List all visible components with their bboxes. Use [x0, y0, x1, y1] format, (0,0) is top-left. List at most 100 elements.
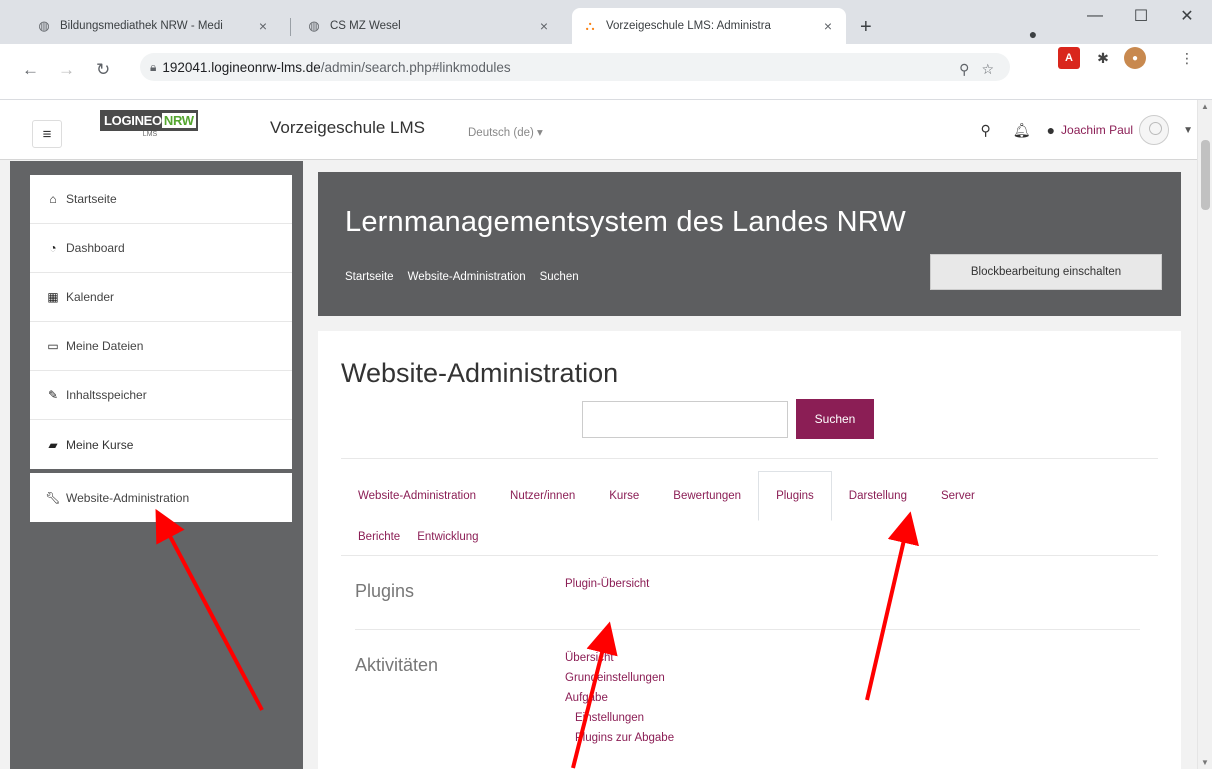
pdf-extension-icon[interactable]: A — [1058, 47, 1080, 69]
home-icon: ⌂ — [49, 192, 57, 206]
search-icon[interactable]: ⚲ — [981, 122, 991, 139]
breadcrumb-item[interactable]: Website-Administration — [408, 271, 526, 283]
logineo-logo[interactable]: LOGINEO NRW LMS — [100, 110, 230, 148]
admin-search-button[interactable]: Suchen — [796, 399, 874, 439]
tab-bewertungen[interactable]: Bewertungen — [656, 471, 758, 521]
pencil-icon: ✎ — [47, 388, 59, 402]
sidebar-item-meine-dateien[interactable]: ▭ Meine Dateien — [30, 322, 292, 371]
page-scrollbar[interactable]: ▲ ▼ — [1197, 100, 1212, 769]
section-links-plugins: Plugin-Übersicht — [565, 574, 649, 594]
extensions-puzzle-icon[interactable]: ✱ — [1092, 47, 1114, 69]
profile-avatar-icon[interactable]: ● — [1124, 47, 1146, 69]
block-editing-button[interactable]: Blockbearbeitung einschalten — [930, 254, 1162, 290]
link-einstellungen[interactable]: Einstellungen — [565, 708, 674, 728]
close-tab-icon[interactable]: × — [820, 18, 836, 34]
zoom-icon[interactable]: ⚲ — [959, 61, 969, 78]
reload-icon[interactable]: ↻ — [96, 60, 110, 80]
tab-server[interactable]: Server — [924, 471, 992, 521]
sidebar-item-inhaltsspeicher[interactable]: ✎ Inhaltsspeicher — [30, 371, 292, 420]
link-plugins-zur-abgabe[interactable]: Plugins zur Abgabe — [565, 728, 674, 748]
calendar-icon: ▦ — [47, 290, 59, 304]
scrollbar-thumb[interactable] — [1201, 140, 1210, 210]
divider — [341, 458, 1158, 459]
admin-tabs-row-2: Berichte Entwicklung — [341, 517, 496, 557]
page-header: Lernmanagementsystem des Landes NRW Star… — [318, 172, 1181, 316]
tab-nutzer-innen[interactable]: Nutzer/innen — [493, 471, 592, 521]
sidebar-item-label: Kalender — [66, 290, 115, 304]
chat-icon[interactable]: ● — [1047, 122, 1055, 138]
link-plugin-uebersicht[interactable]: Plugin-Übersicht — [565, 574, 649, 594]
tab-darstellung[interactable]: Darstellung — [832, 471, 924, 521]
tab-plugins[interactable]: Plugins — [758, 471, 832, 521]
sidebar-item-label: Inhaltsspeicher — [66, 388, 147, 402]
logo-sub: LMS — [142, 131, 158, 138]
link-uebersicht[interactable]: Übersicht — [565, 648, 674, 668]
url-host: 192041.logineonrw-lms.de — [162, 59, 321, 75]
page-heading: Lernmanagementsystem des Landes NRW — [345, 206, 906, 238]
logo-wordmark: LOGINEO NRW — [100, 110, 198, 131]
logo-text-b: NRW — [161, 113, 196, 128]
scroll-up-icon[interactable]: ▲ — [1201, 102, 1209, 111]
globe-icon: ◍ — [308, 18, 320, 33]
nav-drawer: ⌂ Startseite ◔ Dashboard ▦ Kalender ▭ Me… — [10, 161, 303, 769]
tab-website-administration[interactable]: Website-Administration — [341, 471, 493, 521]
sidebar-item-label: Dashboard — [66, 241, 125, 255]
browser-tab-2[interactable]: ◍ CS MZ Wesel × — [296, 8, 562, 44]
nav-drawer-group-main: ⌂ Startseite ◔ Dashboard ▦ Kalender ▭ Me… — [30, 175, 292, 469]
close-window-button[interactable]: ✕ — [1164, 0, 1210, 32]
sidebar-item-label: Meine Dateien — [66, 339, 144, 353]
sidebar-item-kalender[interactable]: ▦ Kalender — [30, 273, 292, 322]
new-tab-button[interactable]: + — [860, 16, 872, 39]
breadcrumb-item[interactable]: Startseite — [345, 271, 394, 283]
admin-search-input[interactable] — [582, 401, 788, 438]
section-label-aktivitaeten: Aktivitäten — [355, 655, 439, 675]
nav-drawer-group-admin: 🔧︎ Website-Administration — [30, 473, 292, 522]
dashboard-icon: ◔ — [49, 241, 57, 255]
sidebar-item-meine-kurse[interactable]: ▰ Meine Kurse — [30, 420, 292, 469]
menu-toggle-button[interactable]: ≡ — [32, 120, 62, 148]
browser-tab-3-active[interactable]: ⛬ Vorzeigeschule LMS: Administra × — [572, 8, 846, 44]
link-grundeinstellungen[interactable]: Grundeinstellungen — [565, 668, 674, 688]
browser-menu-icon[interactable]: ⋮ — [1176, 47, 1198, 69]
user-menu-caret-icon[interactable]: ▼ — [1183, 125, 1193, 136]
divider — [341, 555, 1158, 556]
site-name[interactable]: Vorzeigeschule LMS — [270, 118, 425, 138]
admin-tabs-row-1: Website-Administration Nutzer/innen Kurs… — [341, 471, 992, 521]
tab-kurse[interactable]: Kurse — [592, 471, 656, 521]
section-links-aktivitaeten: Übersicht Grundeinstellungen Aufgabe Ein… — [565, 648, 674, 748]
site-navbar: ≡ LOGINEO NRW LMS Vorzeigeschule LMS Deut… — [0, 100, 1197, 160]
url-path: /admin/search.php#linkmodules — [320, 59, 511, 75]
bell-icon[interactable]: 🔔︎ — [1013, 122, 1031, 139]
lock-icon: 🔒︎ — [150, 59, 157, 74]
language-menu[interactable]: Deutsch (de) ▾ — [468, 125, 543, 139]
browser-toolbar: ← → ↻ 🔒︎ 192041.logineonrw-lms.de /admin… — [0, 44, 1212, 100]
sidebar-item-startseite[interactable]: ⌂ Startseite — [30, 175, 292, 224]
sidebar-item-dashboard[interactable]: ◔ Dashboard — [30, 224, 292, 273]
tab-berichte[interactable]: Berichte — [341, 517, 417, 557]
sidebar-item-website-administration[interactable]: 🔧︎ Website-Administration — [30, 473, 292, 522]
tab-entwicklung[interactable]: Entwicklung — [417, 517, 495, 557]
sidebar-item-label: Meine Kurse — [66, 437, 134, 452]
bookmark-star-icon[interactable]: ☆ — [981, 61, 994, 78]
address-bar[interactable]: 🔒︎ 192041.logineonrw-lms.de /admin/searc… — [140, 53, 1010, 81]
back-icon[interactable]: ← — [22, 60, 39, 80]
profile-icon[interactable]: ● — [1020, 24, 1046, 44]
scroll-down-icon[interactable]: ▼ — [1201, 758, 1209, 767]
section-label-plugins: Plugins — [355, 581, 415, 601]
forward-icon[interactable]: → — [58, 60, 75, 80]
maximize-button[interactable]: ☐ — [1118, 0, 1164, 32]
minimize-button[interactable]: — — [1072, 0, 1118, 32]
user-avatar[interactable] — [1139, 115, 1170, 145]
browser-tab-title: Vorzeigeschule LMS: Administra — [606, 20, 771, 32]
close-tab-icon[interactable]: × — [536, 18, 552, 34]
browser-tab-title: Bildungsmediathek NRW - Medi — [60, 20, 223, 32]
globe-icon: ◍ — [38, 18, 50, 33]
link-aufgabe[interactable]: Aufgabe — [565, 688, 674, 708]
breadcrumb-item[interactable]: Suchen — [540, 271, 579, 283]
browser-tabstrip: ◍ Bildungsmediathek NRW - Medi × ◍ CS MZ… — [0, 0, 1212, 44]
tab-separator — [290, 18, 291, 36]
close-tab-icon[interactable]: × — [255, 18, 271, 34]
browser-tab-1[interactable]: ◍ Bildungsmediathek NRW - Medi × — [26, 8, 281, 44]
sidebar-item-label: Startseite — [66, 192, 117, 206]
user-name[interactable]: Joachim Paul — [1061, 123, 1133, 137]
